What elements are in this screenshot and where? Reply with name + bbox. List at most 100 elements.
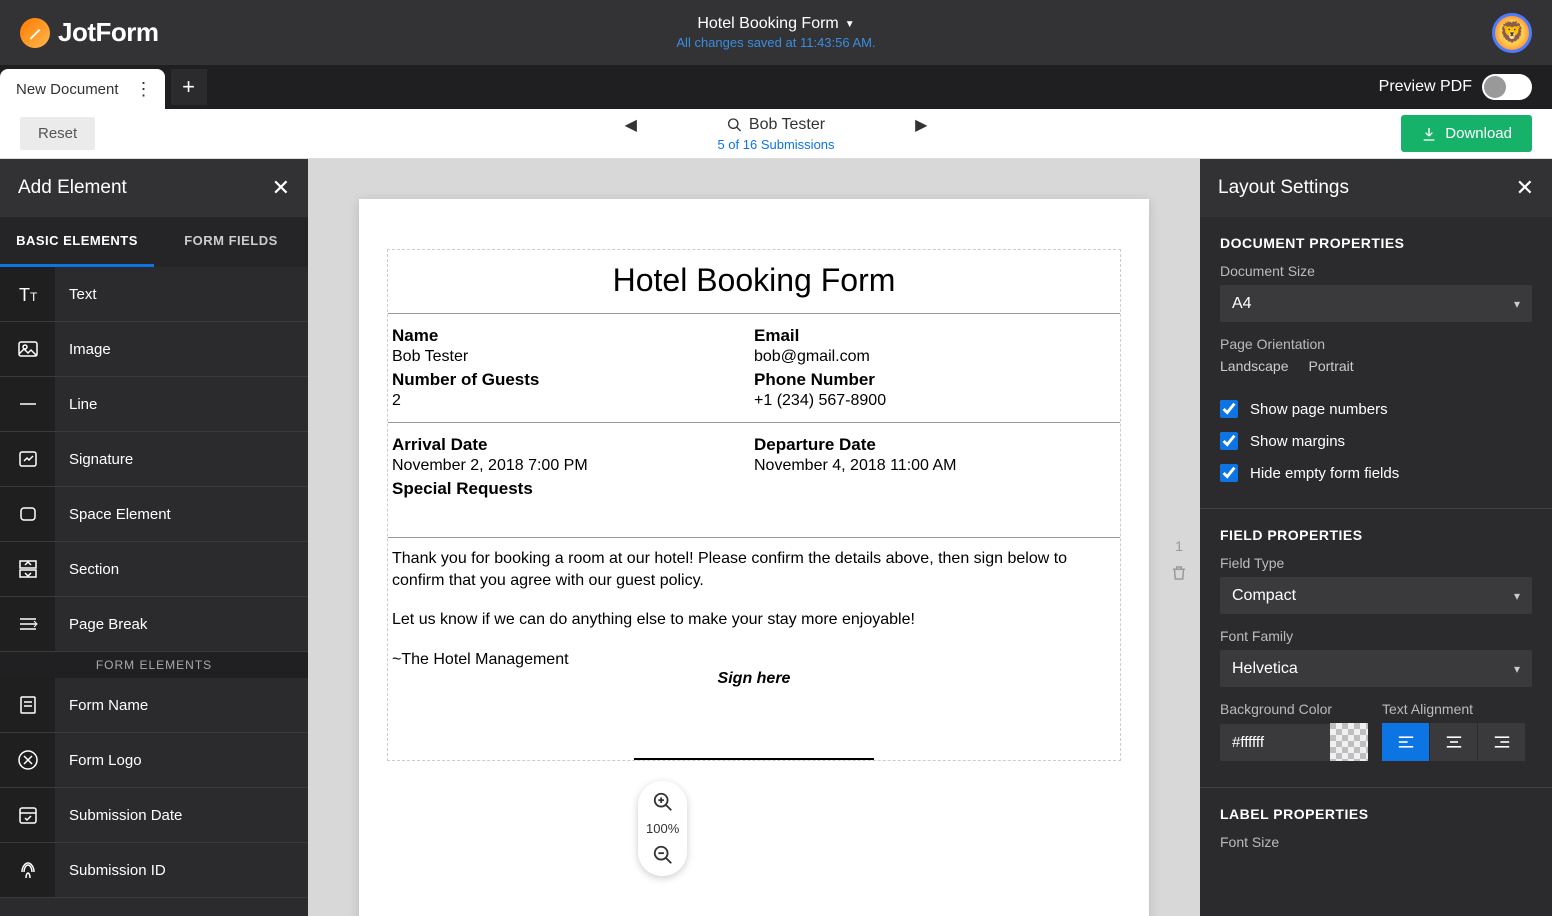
field-guests-label: Number of Guests bbox=[392, 370, 754, 390]
font-family-select[interactable]: Helvetica bbox=[1220, 650, 1532, 687]
element-submission-id[interactable]: Submission ID bbox=[0, 843, 308, 898]
hide-empty-fields-checkbox[interactable] bbox=[1220, 464, 1238, 482]
caret-down-icon: ▼ bbox=[845, 19, 855, 30]
orientation-label: Page Orientation bbox=[1220, 336, 1532, 352]
line-icon bbox=[0, 377, 55, 431]
element-label: Image bbox=[55, 341, 111, 358]
logo[interactable]: JotForm bbox=[20, 17, 159, 48]
form-title-dropdown[interactable]: Hotel Booking Form ▼ bbox=[676, 15, 875, 33]
element-section[interactable]: Section bbox=[0, 542, 308, 597]
bg-color-swatch[interactable] bbox=[1330, 723, 1368, 761]
show-page-numbers-label[interactable]: Show page numbers bbox=[1250, 401, 1388, 418]
toolbar: Reset ◀ Bob Tester ▶ 5 of 16 Submissions… bbox=[0, 109, 1552, 159]
close-right-sidebar-icon[interactable]: ✕ bbox=[1516, 175, 1534, 201]
section-icon bbox=[0, 542, 55, 596]
align-right-button[interactable] bbox=[1478, 723, 1526, 761]
show-page-numbers-checkbox[interactable] bbox=[1220, 400, 1238, 418]
message-block[interactable]: Thank you for booking a room at our hote… bbox=[388, 537, 1120, 670]
left-sidebar-tabs: BASIC ELEMENTS FORM FIELDS bbox=[0, 217, 308, 267]
element-label: Section bbox=[55, 561, 119, 578]
image-icon bbox=[0, 322, 55, 376]
submission-search[interactable]: Bob Tester bbox=[727, 116, 825, 134]
field-departure-label: Departure Date bbox=[754, 435, 1116, 455]
element-label: Submission Date bbox=[55, 807, 182, 824]
doc-props-heading: DOCUMENT PROPERTIES bbox=[1220, 235, 1532, 251]
label-props-heading: LABEL PROPERTIES bbox=[1220, 806, 1532, 822]
tab-basic-elements[interactable]: BASIC ELEMENTS bbox=[0, 217, 154, 267]
document-tab[interactable]: New Document ⋮ bbox=[0, 69, 165, 109]
orientation-landscape[interactable]: Landscape bbox=[1220, 358, 1289, 374]
main: Add Element ✕ BASIC ELEMENTS FORM FIELDS… bbox=[0, 159, 1552, 916]
zoom-in-icon[interactable] bbox=[652, 791, 674, 813]
kebab-menu-icon[interactable]: ⋮ bbox=[135, 79, 153, 100]
pdf-page[interactable]: Hotel Booking Form Name Bob Tester Numbe… bbox=[359, 199, 1149, 916]
prev-submission-arrow[interactable]: ◀ bbox=[625, 115, 637, 135]
basic-elements-list: TTText Image Line Signature Space Elemen… bbox=[0, 267, 308, 652]
element-line[interactable]: Line bbox=[0, 377, 308, 432]
form-title-text: Hotel Booking Form bbox=[697, 15, 838, 33]
hide-empty-fields-label[interactable]: Hide empty form fields bbox=[1250, 465, 1399, 482]
canvas[interactable]: Hotel Booking Form Name Bob Tester Numbe… bbox=[308, 159, 1200, 916]
element-label: Form Name bbox=[55, 697, 148, 714]
sign-here-label: Sign here bbox=[388, 670, 1120, 688]
orientation-portrait[interactable]: Portrait bbox=[1309, 358, 1354, 374]
doc-size-select[interactable]: A4 bbox=[1220, 285, 1532, 322]
element-page-break[interactable]: Page Break bbox=[0, 597, 308, 652]
doc-title[interactable]: Hotel Booking Form bbox=[388, 262, 1120, 299]
element-label: Page Break bbox=[55, 616, 147, 633]
document-tab-label: New Document bbox=[16, 81, 119, 98]
signature-icon bbox=[0, 432, 55, 486]
doc-size-label: Document Size bbox=[1220, 263, 1532, 279]
svg-text:T: T bbox=[19, 285, 30, 305]
save-status: All changes saved at 11:43:56 AM. bbox=[676, 35, 875, 50]
show-margins-checkbox[interactable] bbox=[1220, 432, 1238, 450]
close-left-sidebar-icon[interactable]: ✕ bbox=[272, 175, 290, 201]
element-signature[interactable]: Signature bbox=[0, 432, 308, 487]
element-image[interactable]: Image bbox=[0, 322, 308, 377]
download-button[interactable]: Download bbox=[1401, 115, 1532, 152]
reset-button[interactable]: Reset bbox=[20, 117, 95, 150]
font-family-label: Font Family bbox=[1220, 628, 1532, 644]
fingerprint-icon bbox=[0, 843, 55, 897]
search-icon bbox=[727, 117, 743, 133]
tab-form-fields[interactable]: FORM FIELDS bbox=[154, 217, 308, 267]
zoom-controls: 100% bbox=[638, 781, 687, 876]
element-form-logo[interactable]: Form Logo bbox=[0, 733, 308, 788]
show-margins-label[interactable]: Show margins bbox=[1250, 433, 1345, 450]
add-tab-button[interactable]: + bbox=[171, 69, 207, 105]
right-sidebar: Layout Settings ✕ DOCUMENT PROPERTIES Do… bbox=[1200, 159, 1552, 916]
field-type-label: Field Type bbox=[1220, 555, 1532, 571]
calendar-icon bbox=[0, 788, 55, 842]
align-left-button[interactable] bbox=[1382, 723, 1430, 761]
field-name-label: Name bbox=[392, 326, 754, 346]
element-form-name[interactable]: Form Name bbox=[0, 678, 308, 733]
font-size-label: Font Size bbox=[1220, 834, 1532, 850]
text-align-label: Text Alignment bbox=[1382, 701, 1526, 717]
bg-color-input[interactable] bbox=[1220, 723, 1368, 761]
tabs-bar: New Document ⋮ + Preview PDF bbox=[0, 65, 1552, 109]
left-sidebar-title: Add Element bbox=[18, 177, 127, 199]
element-label: Signature bbox=[55, 451, 133, 468]
field-type-select[interactable]: Compact bbox=[1220, 577, 1532, 614]
preview-toggle-switch[interactable] bbox=[1482, 74, 1532, 100]
page-indicator: 1 bbox=[1170, 538, 1188, 582]
element-label: Submission ID bbox=[55, 862, 166, 879]
align-center-button[interactable] bbox=[1430, 723, 1478, 761]
bg-color-text[interactable] bbox=[1220, 724, 1330, 761]
element-submission-date[interactable]: Submission Date bbox=[0, 788, 308, 843]
signature-line[interactable] bbox=[634, 758, 874, 760]
preview-pdf-toggle: Preview PDF bbox=[1379, 74, 1532, 100]
svg-text:T: T bbox=[30, 290, 38, 304]
form-logo-icon bbox=[0, 733, 55, 787]
field-props-heading: FIELD PROPERTIES bbox=[1220, 527, 1532, 543]
field-arrival-value: November 2, 2018 7:00 PM bbox=[392, 457, 754, 475]
element-text[interactable]: TTText bbox=[0, 267, 308, 322]
element-space[interactable]: Space Element bbox=[0, 487, 308, 542]
user-avatar[interactable]: 🦁 bbox=[1492, 13, 1532, 53]
element-label: Form Logo bbox=[55, 752, 142, 769]
field-email-label: Email bbox=[754, 326, 1116, 346]
trash-icon[interactable] bbox=[1170, 564, 1188, 582]
next-submission-arrow[interactable]: ▶ bbox=[915, 115, 927, 135]
zoom-out-icon[interactable] bbox=[652, 844, 674, 866]
message-p1: Thank you for booking a room at our hote… bbox=[392, 548, 1116, 591]
